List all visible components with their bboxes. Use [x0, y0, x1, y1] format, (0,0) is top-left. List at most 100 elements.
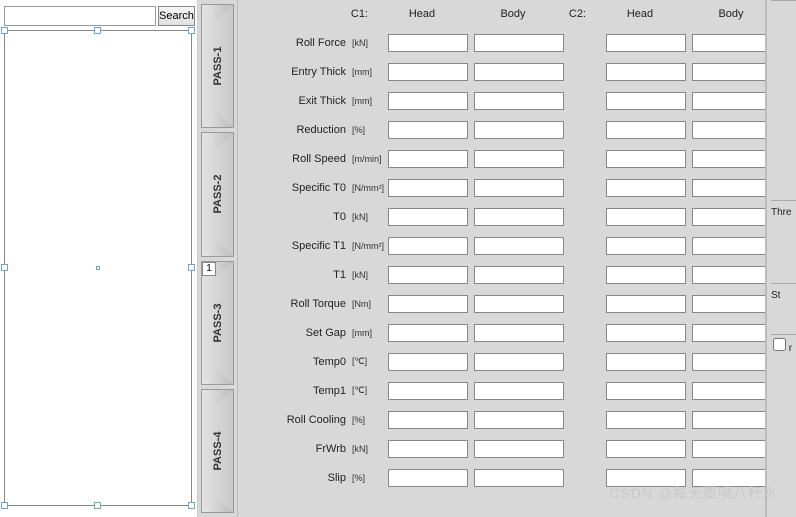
input-c2-body[interactable] — [692, 121, 766, 139]
input-c2-head[interactable] — [606, 353, 686, 371]
input-c2-head[interactable] — [606, 469, 686, 487]
input-c1-head[interactable] — [388, 150, 468, 168]
input-c2-head[interactable] — [606, 237, 686, 255]
param-row: Roll Speed[m/min] — [238, 144, 765, 173]
input-c1-head[interactable] — [388, 382, 468, 400]
input-c1-body[interactable] — [474, 382, 564, 400]
input-c1-body[interactable] — [474, 121, 564, 139]
pass-tab-2[interactable]: PASS-2 — [201, 132, 234, 256]
input-c1-body[interactable] — [474, 34, 564, 52]
input-c1-body[interactable] — [474, 440, 564, 458]
input-c1-body[interactable] — [474, 411, 564, 429]
input-c2-head[interactable] — [606, 382, 686, 400]
input-c2-body[interactable] — [692, 150, 766, 168]
input-c2-head[interactable] — [606, 208, 686, 226]
input-c1-head[interactable] — [388, 440, 468, 458]
input-c1-head[interactable] — [388, 121, 468, 139]
input-c2-body[interactable] — [692, 237, 766, 255]
col-head-label: Head — [382, 8, 462, 20]
right-section-2: Thre — [771, 200, 796, 218]
search-button[interactable]: Search — [158, 6, 195, 26]
input-c2-body[interactable] — [692, 92, 766, 110]
input-c1-body[interactable] — [474, 92, 564, 110]
resize-handle-se[interactable] — [188, 502, 195, 509]
input-c2-body[interactable] — [692, 469, 766, 487]
resize-handle-nw[interactable] — [1, 27, 8, 34]
pass-tab-4[interactable]: PASS-4 — [201, 389, 234, 513]
input-c1-head[interactable] — [388, 179, 468, 197]
param-row: T1[kN] — [238, 260, 765, 289]
input-c1-head[interactable] — [388, 34, 468, 52]
resize-handle-n[interactable] — [94, 27, 101, 34]
input-c2-body[interactable] — [692, 208, 766, 226]
input-c1-body[interactable] — [474, 295, 564, 313]
input-c1-body[interactable] — [474, 63, 564, 81]
input-c2-head[interactable] — [606, 121, 686, 139]
resize-handle-s[interactable] — [94, 502, 101, 509]
param-unit: [N/mm²] — [352, 241, 382, 251]
input-c2-head[interactable] — [606, 179, 686, 197]
design-canvas[interactable] — [4, 30, 192, 506]
input-c2-head[interactable] — [606, 63, 686, 81]
input-c2-head[interactable] — [606, 92, 686, 110]
param-label: FrWrb — [246, 443, 346, 455]
resize-handle-e[interactable] — [188, 264, 195, 271]
param-row: Roll Force[kN] — [238, 28, 765, 57]
input-c2-body[interactable] — [692, 34, 766, 52]
param-unit: [%] — [352, 473, 382, 483]
thre-label: Thre — [771, 207, 792, 218]
input-c2-body[interactable] — [692, 324, 766, 342]
input-c2-body[interactable] — [692, 411, 766, 429]
input-c1-head[interactable] — [388, 208, 468, 226]
input-c2-body[interactable] — [692, 382, 766, 400]
input-c1-body[interactable] — [474, 266, 564, 284]
input-c2-body[interactable] — [692, 295, 766, 313]
param-unit: [kN] — [352, 212, 382, 222]
search-input[interactable] — [4, 6, 156, 26]
right-checkbox[interactable] — [773, 338, 786, 351]
param-unit: [N/mm²] — [352, 183, 382, 193]
resize-handle-w[interactable] — [1, 264, 8, 271]
input-c1-head[interactable] — [388, 353, 468, 371]
resize-handle-ne[interactable] — [188, 27, 195, 34]
input-c1-head[interactable] — [388, 411, 468, 429]
input-c2-head[interactable] — [606, 295, 686, 313]
input-c2-head[interactable] — [606, 440, 686, 458]
input-c1-body[interactable] — [474, 353, 564, 371]
input-c1-body[interactable] — [474, 324, 564, 342]
input-c2-head[interactable] — [606, 34, 686, 52]
input-c1-body[interactable] — [474, 237, 564, 255]
col-body-label: Body — [468, 8, 558, 20]
input-c1-body[interactable] — [474, 179, 564, 197]
input-c2-body[interactable] — [692, 63, 766, 81]
input-c1-head[interactable] — [388, 295, 468, 313]
param-label: Roll Speed — [246, 153, 346, 165]
input-c1-head[interactable] — [388, 469, 468, 487]
param-unit: [mm] — [352, 96, 382, 106]
input-c1-head[interactable] — [388, 237, 468, 255]
input-c1-body[interactable] — [474, 208, 564, 226]
input-c2-body[interactable] — [692, 353, 766, 371]
input-c1-head[interactable] — [388, 92, 468, 110]
input-c2-head[interactable] — [606, 324, 686, 342]
pass-tab-3[interactable]: PASS-3 — [201, 261, 234, 385]
input-c1-head[interactable] — [388, 266, 468, 284]
param-row: Set Gap[mm] — [238, 318, 765, 347]
pass-tab-1[interactable]: PASS-1 — [201, 4, 234, 128]
input-c1-head[interactable] — [388, 324, 468, 342]
input-c2-head[interactable] — [606, 150, 686, 168]
pass-tab-label: PASS-2 — [212, 175, 224, 214]
input-c2-body[interactable] — [692, 179, 766, 197]
input-c2-body[interactable] — [692, 266, 766, 284]
resize-handle-sw[interactable] — [1, 502, 8, 509]
input-c1-head[interactable] — [388, 63, 468, 81]
right-checkbox-row[interactable]: r — [773, 338, 792, 354]
input-c1-body[interactable] — [474, 469, 564, 487]
input-c2-head[interactable] — [606, 411, 686, 429]
input-c2-body[interactable] — [692, 440, 766, 458]
right-section-3: St — [771, 283, 796, 301]
param-row: Entry Thick[mm] — [238, 57, 765, 86]
param-unit: [kN] — [352, 38, 382, 48]
input-c1-body[interactable] — [474, 150, 564, 168]
input-c2-head[interactable] — [606, 266, 686, 284]
